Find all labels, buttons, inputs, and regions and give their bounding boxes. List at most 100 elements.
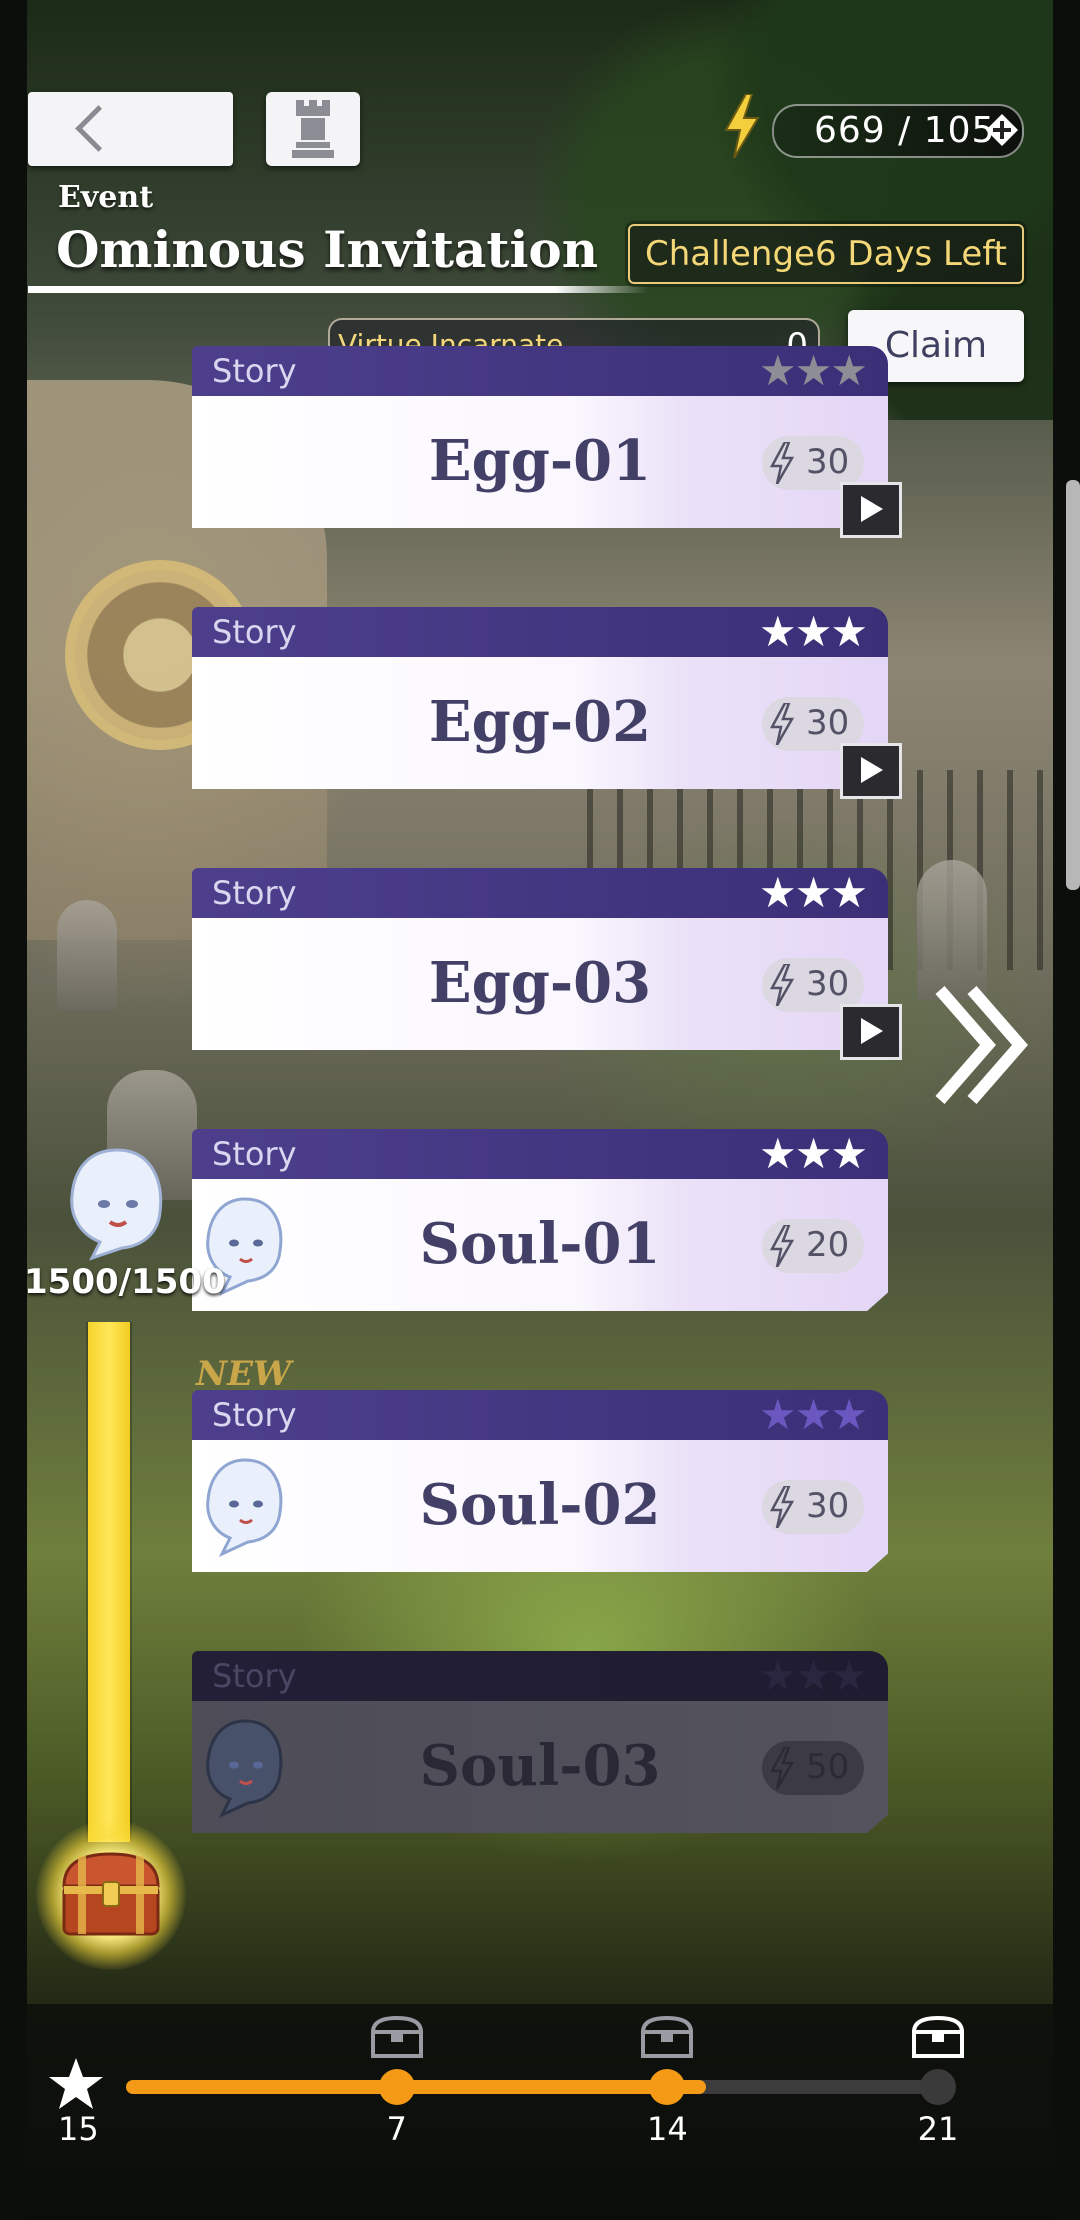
stage-body: Soul-01 20 [192, 1179, 888, 1311]
play-button[interactable] [840, 482, 902, 538]
stage-type: Story [212, 352, 297, 390]
stage-card[interactable]: Story ★★★ Egg-01 30 [192, 346, 902, 538]
play-button[interactable] [840, 743, 902, 799]
lightning-icon [770, 964, 794, 1006]
play-icon [861, 496, 883, 522]
stage-card[interactable]: Story ★★★ Soul-02 30 [192, 1390, 888, 1574]
scrollbar[interactable] [1066, 480, 1080, 890]
event-label: Event [58, 180, 154, 215]
stage-stars: ★★★ [759, 346, 868, 395]
stage-type: Story [212, 874, 297, 912]
stage-card[interactable]: Story ★★★ Egg-02 30 [192, 607, 902, 799]
star-icon [49, 2058, 103, 2109]
stage-cost-value: 30 [806, 442, 850, 482]
star-icon: ★ [759, 346, 797, 395]
new-tag: NEW [196, 1354, 292, 1394]
stage-header: Story ★★★ [192, 346, 888, 396]
stage-body: Egg-03 30 [192, 918, 888, 1050]
stage-cost-value: 30 [806, 1486, 850, 1526]
stage-type: Story [212, 1396, 297, 1434]
stage-stars: ★★★ [759, 607, 868, 656]
stage-cost: 30 [762, 1480, 864, 1534]
star-icon: ★ [759, 1390, 797, 1439]
star-icon: ★ [794, 607, 833, 656]
chest-icon[interactable] [369, 2014, 425, 2060]
lightning-icon [770, 1747, 794, 1789]
stage-stars: ★★★ [759, 868, 868, 917]
star-icon: ★ [830, 868, 868, 917]
star-icon: ★ [830, 346, 868, 395]
stage-type: Story [212, 1135, 297, 1173]
back-chevron-icon [75, 105, 122, 152]
stage-card[interactable]: Story ★★★ Egg-03 30 [192, 868, 902, 1060]
gravestone [917, 860, 987, 1000]
stage-header: Story ★★★ [192, 868, 888, 918]
star-icon: ★ [759, 1129, 797, 1178]
stage-body: Soul-02 30 [192, 1440, 888, 1572]
star-icon: ★ [759, 607, 797, 656]
stage-type: Story [212, 613, 297, 651]
star-icon: ★ [830, 1651, 868, 1700]
lightning-icon [770, 1486, 794, 1528]
lightning-icon [770, 1225, 794, 1267]
milestone-label: 21 [917, 2110, 959, 2148]
stage-header: Story ★★★ [192, 1390, 888, 1440]
stage-card[interactable]: Story ★★★ Soul-01 20 [192, 1129, 888, 1313]
star-icon: ★ [794, 346, 833, 395]
chest-icon[interactable] [639, 2014, 695, 2060]
ghost-icon [70, 1148, 163, 1261]
left-progress-score: 1500/1500 [24, 1262, 226, 1302]
star-icon: ★ [759, 1651, 797, 1700]
stage-header: Story ★★★ [192, 607, 888, 657]
title-divider [28, 286, 648, 293]
stage-body: Soul-03 50 [192, 1701, 888, 1833]
ghost-icon [206, 1719, 283, 1819]
stage-cost-value: 30 [806, 703, 850, 743]
stage-cost-value: 20 [806, 1225, 850, 1265]
star-progress-fill [126, 2080, 706, 2094]
star-icon: ★ [794, 1390, 833, 1439]
lightning-icon [724, 94, 760, 158]
star-icon: ★ [794, 868, 833, 917]
milestone-label: 7 [386, 2110, 407, 2148]
energy-counter[interactable]: 669 / 105 [772, 104, 1024, 158]
ghost-icon [206, 1458, 283, 1558]
page-title: Ominous Invitation [56, 220, 599, 279]
tower-button[interactable] [266, 92, 360, 166]
chest-icon [62, 1852, 160, 1936]
stage-cost: 20 [762, 1219, 864, 1273]
play-icon [861, 757, 883, 783]
milestone-label: 14 [646, 2110, 688, 2148]
stage-header: Story ★★★ [192, 1651, 888, 1701]
stage-cost-value: 50 [806, 1747, 850, 1787]
plus-icon[interactable] [984, 112, 1020, 148]
stage-stars: ★★★ [759, 1390, 868, 1439]
stage-stars: ★★★ [759, 1129, 868, 1178]
challenge-badge[interactable]: Challenge6 Days Left [625, 221, 1027, 287]
play-button[interactable] [840, 1004, 902, 1060]
star-total: 15 [58, 2110, 99, 2148]
star-icon: ★ [794, 1651, 833, 1700]
milestone-dot [920, 2069, 956, 2105]
star-icon: ★ [759, 868, 797, 917]
stage-header: Story ★★★ [192, 1129, 888, 1179]
lightning-icon [770, 442, 794, 484]
star-icon: ★ [794, 1129, 833, 1178]
stage-body: Egg-01 30 [192, 396, 888, 528]
energy-value: 669 / 105 [814, 110, 996, 151]
stage-card: Story ★★★ Soul-03 50 [192, 1651, 888, 1835]
star-icon: ★ [830, 1390, 868, 1439]
chest-icon[interactable] [910, 2014, 966, 2060]
reward-chest-button[interactable] [36, 1820, 186, 1970]
star-icon: ★ [830, 607, 868, 656]
back-button[interactable] [28, 92, 233, 166]
stage-stars: ★★★ [759, 1651, 868, 1700]
tower-icon [292, 100, 334, 158]
star-icon: ★ [830, 1129, 868, 1178]
stage-body: Egg-02 30 [192, 657, 888, 789]
lightning-icon [770, 703, 794, 745]
double-chevron-right-icon[interactable] [930, 985, 1030, 1105]
milestone-dot [378, 2069, 415, 2105]
stage-cost: 50 [762, 1741, 864, 1795]
stage-cost-value: 30 [806, 964, 850, 1004]
